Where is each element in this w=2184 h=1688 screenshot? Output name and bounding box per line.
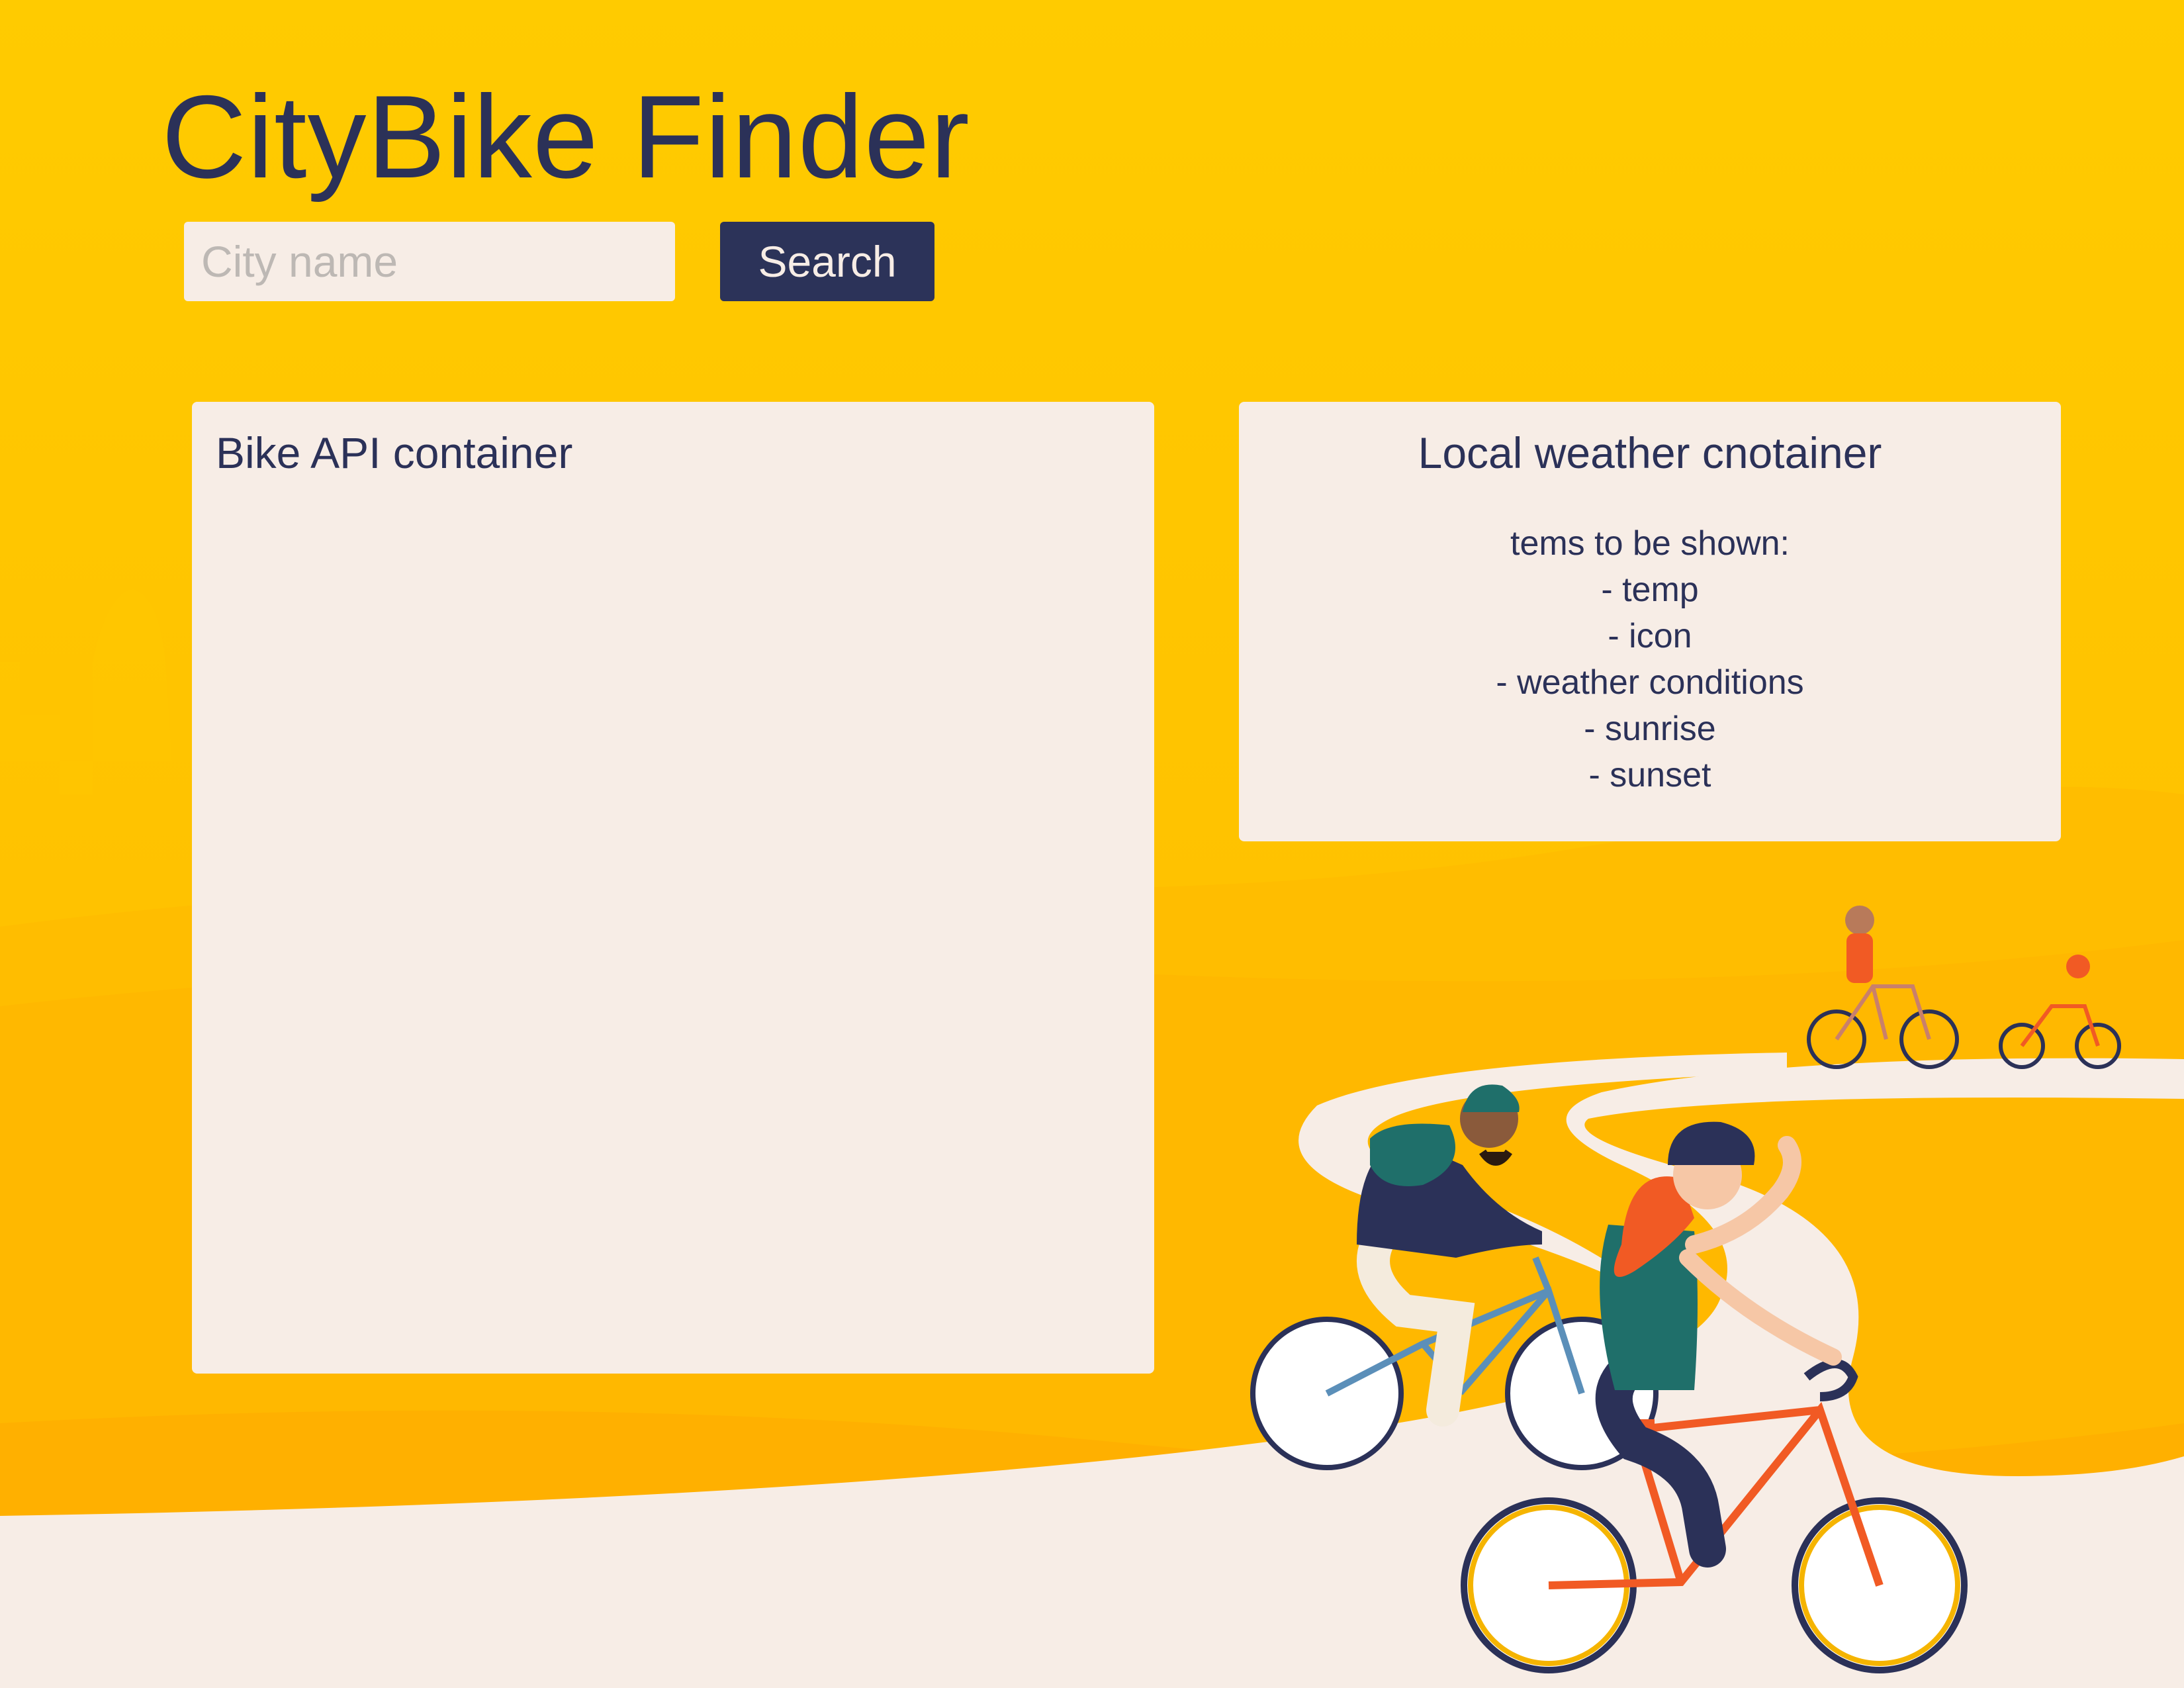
weather-item-sunset: - sunset [1588, 755, 1711, 794]
bike-panel-title: Bike API container [216, 428, 573, 477]
distant-cyclist-1-head [1845, 906, 1874, 935]
weather-item-temp: - temp [1601, 570, 1699, 609]
distant-cyclist-2-head [2066, 955, 2090, 978]
weather-intro-text: tems to be shown: [1510, 524, 1790, 563]
local-weather-container: Local weather cnotainer tems to be shown… [1239, 402, 2061, 841]
bike-api-container: Bike API container [192, 402, 1154, 1374]
weather-panel-title: Local weather cnotainer [1418, 428, 1882, 477]
city-search-input[interactable] [184, 222, 675, 301]
app-title: CityBike Finder [161, 71, 970, 203]
search-button[interactable]: Search [720, 222, 934, 301]
weather-item-sunrise: - sunrise [1584, 709, 1716, 748]
weather-item-icon: - icon [1608, 616, 1692, 655]
weather-items-list: - temp - icon - weather conditions - sun… [1252, 567, 2048, 798]
distant-cyclist-1-body [1846, 933, 1873, 983]
weather-item-conditions: - weather conditions [1496, 663, 1804, 702]
